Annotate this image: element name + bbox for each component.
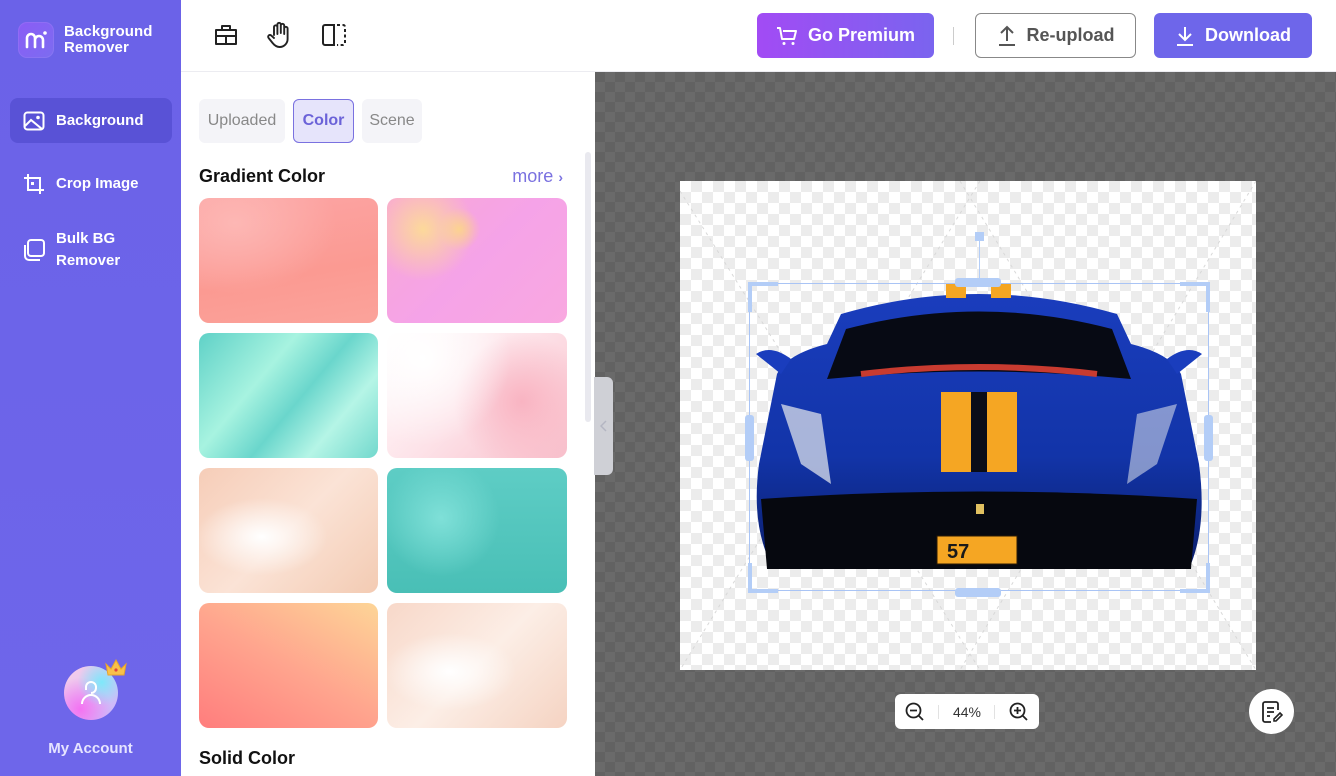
tab-color[interactable]: Color: [293, 99, 354, 143]
zoom-in-button[interactable]: [1009, 702, 1029, 722]
swatch-pink-cloud[interactable]: [387, 333, 567, 458]
user-icon: [80, 681, 101, 705]
gradient-color-title: Gradient Color: [199, 166, 326, 186]
corner-handle-bl-v: [748, 563, 752, 593]
more-link[interactable]: more ›: [512, 166, 563, 187]
feedback-button[interactable]: [1249, 689, 1294, 734]
swatch-coral-wave[interactable]: [199, 198, 378, 323]
avatar[interactable]: [63, 658, 127, 720]
background-panel: Uploaded Color Scene Gradient Color more…: [181, 72, 595, 776]
compare-icon: [322, 24, 346, 46]
resize-handle-top[interactable]: [955, 278, 1001, 287]
upload-icon: [997, 25, 1017, 47]
panel-scrollbar[interactable]: [585, 152, 591, 422]
swatch-peach-cloud[interactable]: [387, 603, 567, 728]
rotate-handle-stem: [979, 241, 980, 283]
background-tabs: Uploaded Color Scene: [199, 99, 430, 143]
rotate-handle[interactable]: [975, 232, 984, 241]
swatch-teal-sparkle[interactable]: [387, 468, 567, 593]
zoom-level: 44%: [952, 703, 981, 720]
swatch-pink-bokeh[interactable]: [387, 198, 567, 323]
sidebar-item-bulk-bg-remover[interactable]: Bulk BG Remover: [10, 224, 172, 276]
resize-handle-right[interactable]: [1204, 415, 1213, 461]
sidebar-item-crop-image[interactable]: Crop Image: [10, 161, 172, 206]
download-button[interactable]: Download: [1154, 13, 1312, 58]
brand-name: Background Remover: [64, 23, 153, 56]
tab-scene[interactable]: Scene: [362, 99, 422, 143]
corner-handle-bl[interactable]: [748, 589, 778, 593]
zoom-divider: [938, 704, 940, 719]
swatch-peach-watercolor[interactable]: [199, 468, 378, 593]
crown-icon: [104, 658, 127, 676]
sidebar-nav: Background Crop Image Bulk BG Remover: [10, 98, 172, 294]
hand-pan-button[interactable]: [265, 20, 295, 50]
corner-handle-br-v: [1206, 563, 1210, 593]
gradient-swatch-grid: [199, 198, 567, 728]
re-upload-button[interactable]: Re-upload: [975, 13, 1136, 58]
zoom-out-button[interactable]: [905, 702, 925, 722]
sidebar-item-label: Bulk BG Remover: [56, 230, 121, 269]
selection-box[interactable]: [749, 283, 1209, 591]
go-premium-button[interactable]: Go Premium: [757, 13, 934, 58]
chevron-left-icon: [599, 420, 607, 432]
sidebar: Background Remover Background Crop Image…: [0, 0, 181, 776]
resize-handle-left[interactable]: [745, 415, 754, 461]
hand-pan-icon: [267, 21, 289, 48]
collapse-panel-button[interactable]: [594, 377, 613, 475]
my-account[interactable]: My Account: [0, 658, 181, 757]
compare-button[interactable]: [319, 20, 349, 50]
sidebar-item-background[interactable]: Background: [10, 98, 172, 143]
zoom-in-icon: [1009, 702, 1028, 721]
tab-uploaded[interactable]: Uploaded: [199, 99, 285, 143]
layers-icon: [22, 238, 46, 262]
zoom-out-icon: [905, 702, 924, 721]
solid-color-title: Solid Color: [199, 748, 295, 768]
zoom-divider: [994, 704, 996, 719]
corner-handle-tl[interactable]: [748, 282, 778, 286]
zoom-controls: 44%: [895, 694, 1039, 729]
brand-logo-icon: [18, 22, 54, 58]
image-icon: [22, 109, 46, 133]
erase-restore-icon: [215, 25, 237, 45]
cart-icon: [776, 26, 798, 46]
erase-restore-button[interactable]: [211, 20, 241, 50]
swatch-coral-peach[interactable]: [199, 603, 378, 728]
sidebar-item-label: Background: [56, 112, 144, 129]
crop-icon: [22, 172, 46, 196]
note-edit-icon: [1261, 700, 1283, 723]
brand[interactable]: Background Remover: [18, 22, 153, 58]
my-account-label: My Account: [48, 740, 133, 757]
corner-handle-tl-v: [748, 282, 752, 312]
download-icon: [1175, 25, 1195, 47]
sidebar-item-label: Crop Image: [56, 175, 139, 192]
swatch-mint-silk[interactable]: [199, 333, 378, 458]
corner-handle-tr-v: [1206, 282, 1210, 312]
chevron-right-icon: ›: [558, 169, 563, 185]
top-toolbar: Go Premium Re-upload Download: [181, 0, 1336, 72]
toolbar-divider: [953, 27, 954, 45]
resize-handle-bottom[interactable]: [955, 588, 1001, 597]
